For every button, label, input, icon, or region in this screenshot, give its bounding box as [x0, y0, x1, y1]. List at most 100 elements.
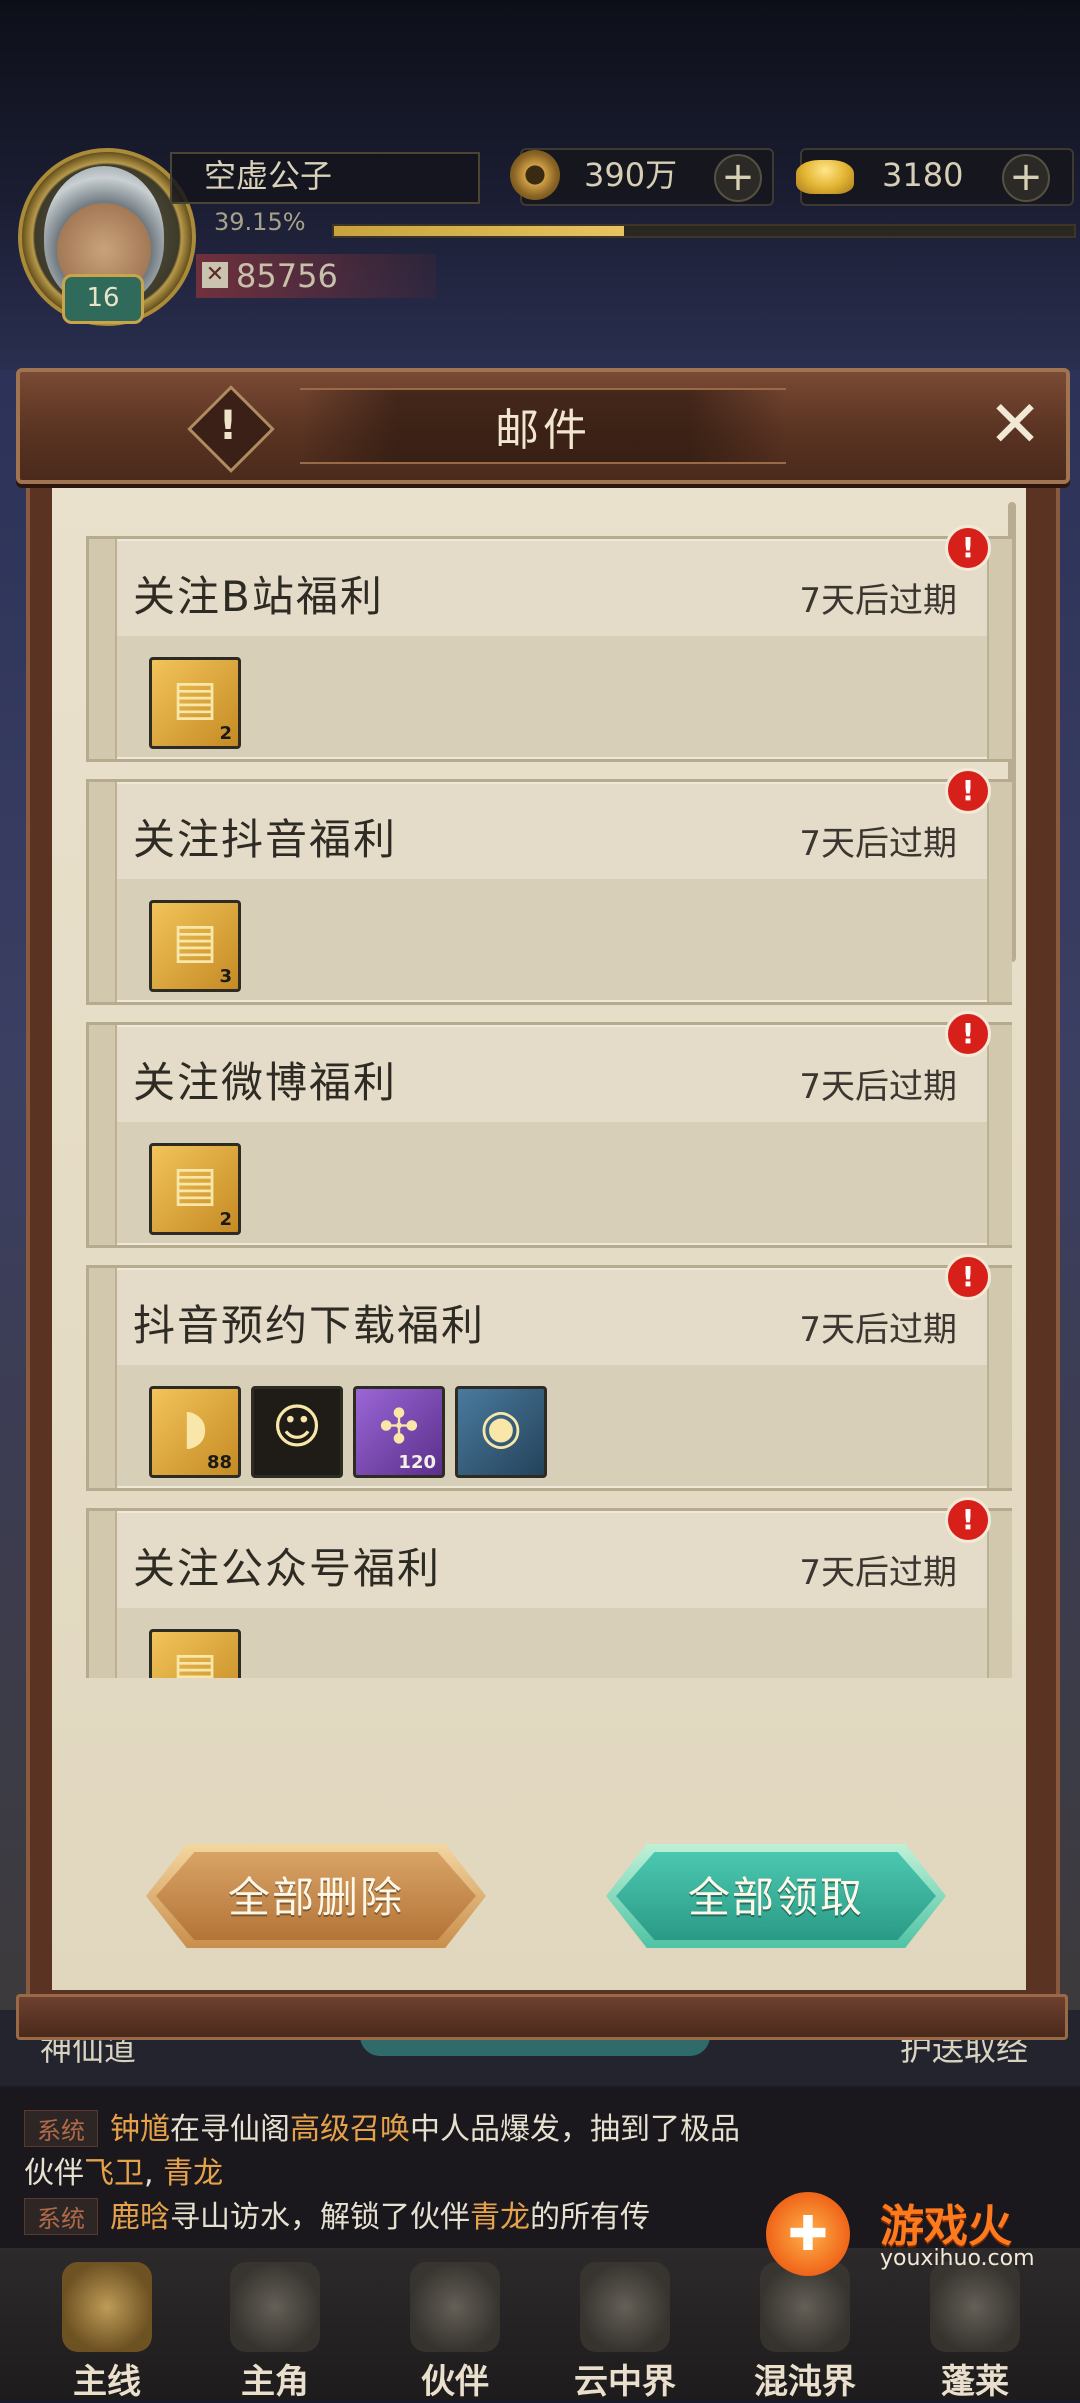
ingots-value: 3180	[882, 156, 964, 194]
reward-count: 2	[219, 723, 232, 744]
chat-text: 伙伴	[24, 2156, 84, 2191]
nav-label: 混沌界	[754, 2362, 856, 2402]
mail-expiry: 7天后过期	[799, 824, 957, 864]
mail-title: 抖音预约下载福利	[133, 1301, 486, 1350]
hero-icon	[230, 2262, 320, 2352]
nav-main-story[interactable]: 主线	[32, 2252, 182, 2402]
mail-expiry: 7天后过期	[799, 581, 957, 621]
reward-glyph: ▤	[172, 913, 218, 969]
system-tag: 系统	[24, 2198, 98, 2235]
reward-glyph: ✣	[378, 1399, 420, 1455]
mail-item[interactable]: 关注微博福利 7天后过期! ▤ 2	[86, 1011, 1012, 1248]
close-button[interactable]: ✕	[980, 390, 1050, 460]
companion-portrait-icon[interactable]: ☺	[251, 1386, 343, 1478]
companion-icon	[410, 2262, 500, 2352]
unread-alert-icon: !	[945, 1497, 991, 1543]
reward-glyph: ◗	[182, 1399, 208, 1455]
mail-expiry: 7天后过期	[799, 1310, 957, 1350]
reward-glyph: ◉	[480, 1399, 522, 1455]
mail-item[interactable]: 抖音预约下载福利 7天后过期! ◗ 88 ☺ ✣ 120 ◉	[86, 1254, 1012, 1491]
power-icon: ✕	[202, 262, 228, 288]
claim-all-label: 全部领取	[687, 1873, 864, 1922]
chat-player: 钟馗	[110, 2112, 170, 2147]
mail-dialog: 邮件 ! ✕ 关注B站福利 7天后过期! ▤ 2 关注抖音福利 7天后过期! ▤ 3 关注微博福…	[16, 368, 1070, 2040]
chat-highlight: 高级召唤	[290, 2112, 410, 2147]
card-edge	[89, 782, 117, 1002]
unread-alert-icon: !	[945, 1011, 991, 1057]
chat-text: 的所有传	[530, 2200, 650, 2235]
mail-title: 关注抖音福利	[133, 815, 398, 864]
gold-ticket-icon[interactable]: ▤ 2	[149, 657, 241, 749]
chat-highlight: 飞卫	[84, 2156, 144, 2191]
level-badge: 16	[62, 274, 144, 324]
watermark-name: 游戏火	[880, 2201, 1012, 2252]
card-edge	[987, 539, 1012, 759]
mail-expiry: 7天后过期	[799, 1553, 957, 1593]
nav-label: 主角	[241, 2362, 309, 2402]
dialog-title: 邮件	[495, 405, 591, 456]
power-value: 85756	[236, 257, 338, 295]
exp-progress-bar	[332, 224, 1076, 238]
mail-title: 关注微博福利	[133, 1058, 398, 1107]
chat-text: 在寻仙阁	[170, 2112, 290, 2147]
mail-title: 关注公众号福利	[133, 1544, 442, 1593]
crossed-swords-icon	[62, 2262, 152, 2352]
reward-count: 88	[206, 1452, 232, 1473]
reward-glyph: ▤	[172, 1156, 218, 1212]
dialog-footer-frame	[16, 1994, 1068, 2040]
claim-all-button[interactable]: 全部领取	[606, 1844, 946, 1948]
chat-highlight: 青龙	[163, 2156, 224, 2191]
nav-label: 伙伴	[421, 2362, 489, 2402]
dialog-header: 邮件 ! ✕	[16, 368, 1070, 484]
reward-glyph: ☺	[271, 1399, 323, 1455]
card-edge	[987, 782, 1012, 1002]
chat-text: 寻山访水，解锁了伙伴	[170, 2200, 470, 2235]
chat-player: 鹿晗	[110, 2200, 170, 2235]
card-edge	[89, 539, 117, 759]
system-tag: 系统	[24, 2110, 98, 2147]
mail-item[interactable]: 关注抖音福利 7天后过期! ▤ 3	[86, 768, 1012, 1005]
nav-label: 蓬莱	[941, 2362, 1009, 2402]
exp-progress-fill	[334, 226, 624, 236]
reward-count: 2	[219, 1209, 232, 1230]
add-ingots-button[interactable]: +	[1002, 154, 1050, 202]
blue-bag-icon[interactable]: ◉	[455, 1386, 547, 1478]
gold-ticket-icon[interactable]: ▤3	[149, 900, 241, 992]
player-name: 空虚公子	[204, 157, 333, 195]
watermark: ✚ 游戏火 youxihuo.com	[760, 2180, 1060, 2280]
copper-coin-icon	[510, 150, 560, 200]
nav-companions[interactable]: 伙伴	[380, 2252, 530, 2402]
nav-hero[interactable]: 主角	[200, 2252, 350, 2402]
gold-ticket-icon[interactable]: ▤3	[149, 1629, 241, 1678]
chat-text: ,	[144, 2156, 164, 2191]
chat-text: 中人品爆发，抽到了极品	[410, 2112, 740, 2147]
gold-ingot-icon	[796, 160, 854, 194]
card-edge	[89, 1511, 117, 1678]
gold-ingot-icon[interactable]: ◗ 88	[149, 1386, 241, 1478]
purple-puzzle-icon[interactable]: ✣ 120	[353, 1386, 445, 1478]
coins-value: 390万	[584, 156, 678, 194]
gold-ticket-icon[interactable]: ▤ 2	[149, 1143, 241, 1235]
chat-line: 系统 鹿晗寻山访水，解锁了伙伴青龙的所有传	[24, 2192, 650, 2236]
mail-item[interactable]: 关注B站福利 7天后过期! ▤ 2	[86, 525, 1012, 762]
add-coins-button[interactable]: +	[714, 154, 762, 202]
reward-count: 120	[398, 1452, 436, 1473]
mail-expiry: 7天后过期	[799, 1067, 957, 1107]
delete-all-button[interactable]: 全部删除	[146, 1844, 486, 1948]
mail-item[interactable]: 关注公众号福利 7天后过期! ▤3	[86, 1497, 1012, 1678]
unread-alert-icon: !	[945, 1254, 991, 1300]
unread-alert-icon: !	[945, 525, 991, 571]
reward-glyph: ▤	[172, 1642, 218, 1678]
card-edge	[89, 1268, 117, 1488]
info-icon[interactable]: !	[200, 398, 256, 454]
chat-highlight: 青龙	[470, 2200, 530, 2235]
reward-count: 3	[219, 966, 232, 987]
nav-cloud-realm[interactable]: 云中界	[550, 2252, 700, 2402]
unread-alert-icon: !	[945, 768, 991, 814]
card-edge	[987, 1511, 1012, 1678]
reward-glyph: ▤	[172, 670, 218, 726]
nav-label: 主线	[73, 2362, 141, 2402]
card-edge	[987, 1025, 1012, 1245]
card-edge	[987, 1268, 1012, 1488]
mail-list[interactable]: 关注B站福利 7天后过期! ▤ 2 关注抖音福利 7天后过期! ▤ 3 关注微博福利 7天后过期!…	[86, 518, 1012, 1678]
